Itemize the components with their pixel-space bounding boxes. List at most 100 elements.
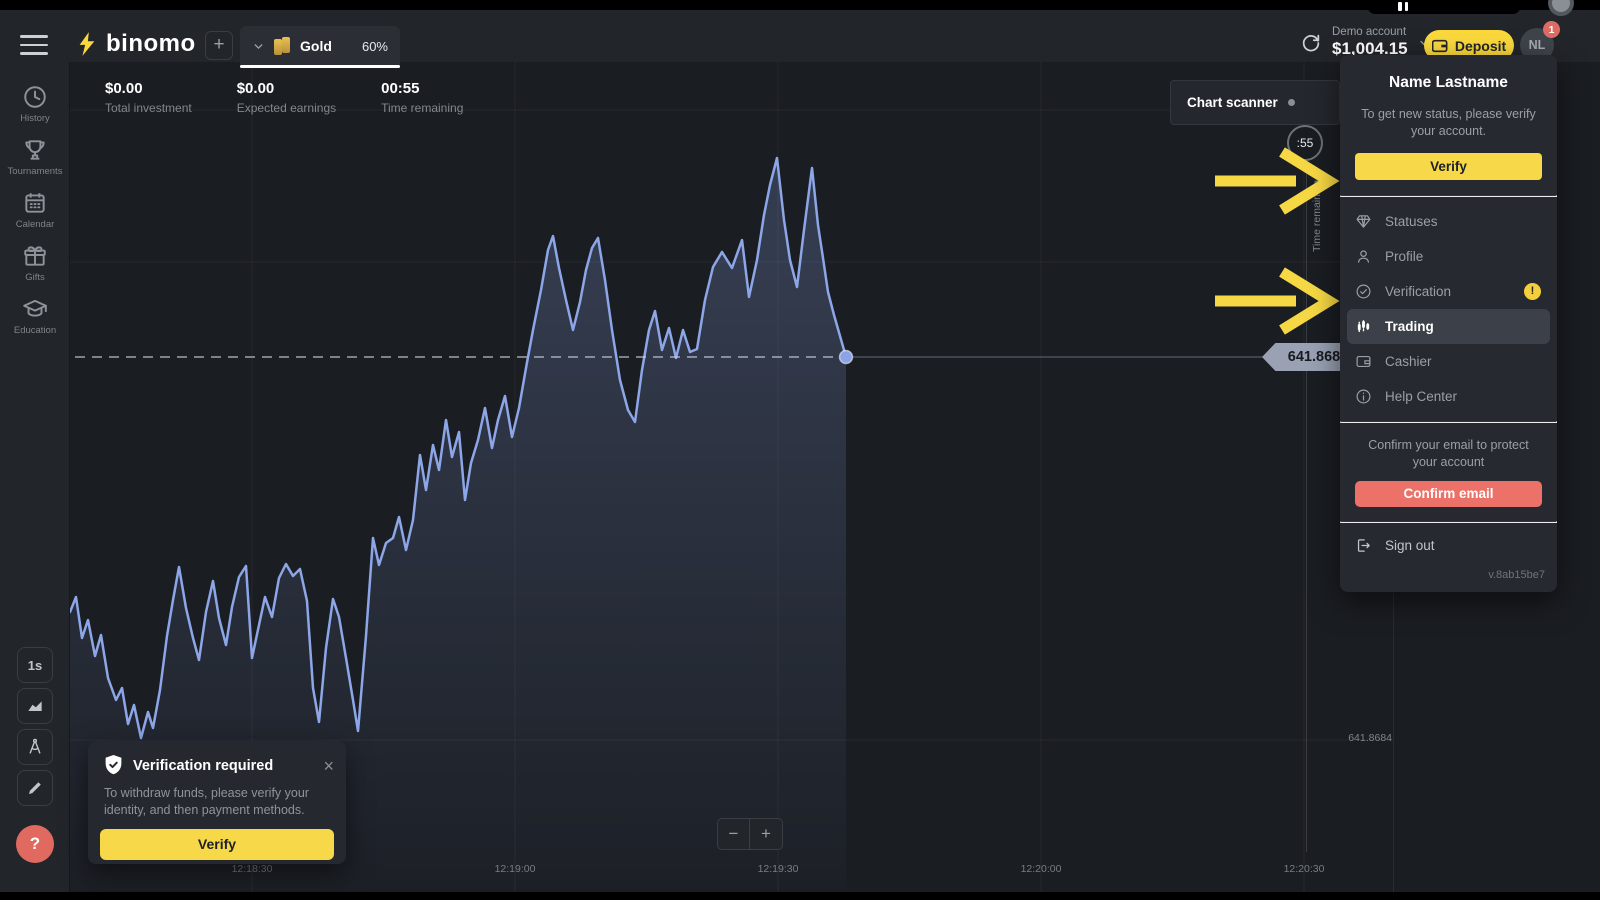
verification-alert-badge: ! <box>1524 283 1541 300</box>
check-circle-icon <box>1355 283 1372 300</box>
stat-total-investment: $0.00 Total investment <box>105 80 192 115</box>
sidebar-item-gifts[interactable]: Gifts <box>0 237 70 289</box>
menu-item-trading[interactable]: Trading <box>1347 309 1550 344</box>
verify-account-button[interactable]: Verify <box>1355 153 1542 180</box>
lightning-icon <box>76 31 98 57</box>
chart-scanner-button[interactable]: Chart scanner <box>1170 80 1340 125</box>
menu-item-label: Cashier <box>1385 354 1432 369</box>
account-menu-list: Statuses Profile Verification ! Trading … <box>1340 197 1557 421</box>
zoom-in-button[interactable]: + <box>750 818 783 850</box>
sidebar-item-calendar[interactable]: Calendar <box>0 184 70 236</box>
left-sidebar: History Tournaments Calendar Gifts Educa… <box>0 62 70 900</box>
sign-out-icon <box>1355 537 1372 554</box>
verification-popup: Verification required × To withdraw fund… <box>88 741 346 864</box>
chevron-down-icon <box>252 40 265 53</box>
status-hint: To get new status, please verify your ac… <box>1358 106 1539 140</box>
asset-tab-gold[interactable]: Gold 60% <box>240 26 400 66</box>
x-axis-tick: 12:20:00 <box>1021 863 1062 875</box>
stat-expected-earnings: $0.00 Expected earnings <box>237 80 336 115</box>
drawing-tools-button[interactable] <box>17 770 53 806</box>
screen-recording-bar <box>0 0 1600 10</box>
stat-value: $0.00 <box>105 80 192 97</box>
bottom-black-strip <box>0 892 1600 900</box>
time-remaining-axis-label: Time remaining <box>1311 160 1323 252</box>
app-version: v.8ab15be7 <box>1340 569 1557 589</box>
chart-type-button[interactable] <box>17 688 53 724</box>
gift-icon <box>22 243 48 269</box>
menu-item-label: Help Center <box>1385 389 1457 404</box>
menu-icon[interactable] <box>20 35 48 55</box>
refresh-icon[interactable] <box>1300 32 1322 54</box>
trade-stats: $0.00 Total investment $0.00 Expected ea… <box>105 80 463 115</box>
asset-payout: 60% <box>362 39 388 54</box>
compass-icon <box>25 737 45 757</box>
stat-time-remaining: 00:55 Time remaining <box>381 80 463 115</box>
add-asset-tab-button[interactable]: + <box>205 31 233 60</box>
deposit-label: Deposit <box>1455 38 1506 54</box>
menu-item-statuses[interactable]: Statuses <box>1340 204 1557 239</box>
menu-item-profile[interactable]: Profile <box>1340 239 1557 274</box>
sidebar-item-label: History <box>20 113 50 124</box>
sidebar-item-label: Calendar <box>16 219 55 230</box>
sidebar-item-education[interactable]: Education <box>0 290 70 342</box>
menu-item-label: Trading <box>1385 319 1434 334</box>
stat-value: $0.00 <box>237 80 336 97</box>
area-chart-icon <box>25 696 45 716</box>
pause-icon[interactable] <box>1398 2 1412 11</box>
expiry-time-line <box>1306 160 1307 852</box>
x-axis-tick: 12:20:30 <box>1284 863 1325 875</box>
wallet-icon <box>1355 353 1372 370</box>
scanner-status-dot <box>1288 99 1295 106</box>
sidebar-item-label: Gifts <box>25 272 45 283</box>
logo-text: binomo <box>106 30 196 58</box>
x-axis-tick: 12:19:30 <box>758 863 799 875</box>
popup-body: To withdraw funds, please verify your id… <box>104 785 330 819</box>
timeframe-button[interactable]: 1s <box>17 647 53 683</box>
popup-title: Verification required <box>133 758 314 774</box>
popup-verify-button[interactable]: Verify <box>100 829 334 860</box>
x-axis-tick: 12:19:00 <box>495 863 536 875</box>
sidebar-item-label: Education <box>14 325 56 336</box>
help-button[interactable]: ? <box>16 825 54 863</box>
menu-item-label: Verification <box>1385 284 1451 299</box>
sign-out-button[interactable]: Sign out <box>1340 523 1557 569</box>
wallet-icon <box>1432 39 1448 53</box>
trophy-icon <box>22 137 48 163</box>
gold-bars-icon <box>274 37 291 55</box>
asset-name: Gold <box>300 38 353 54</box>
confirm-email-button[interactable]: Confirm email <box>1355 481 1542 507</box>
clock-icon <box>22 84 48 110</box>
confirm-email-block: Confirm your email to protect your accou… <box>1340 423 1557 521</box>
notification-badge: 1 <box>1543 21 1560 38</box>
confirm-email-text: Confirm your email to protect your accou… <box>1357 437 1540 471</box>
stat-value: 00:55 <box>381 80 463 97</box>
recording-pill <box>1368 0 1520 14</box>
zoom-out-button[interactable]: − <box>717 818 750 850</box>
account-type-label: Demo account <box>1332 26 1408 38</box>
y-axis-price-label: 641.8684 <box>1296 732 1392 744</box>
menu-item-label: Profile <box>1385 249 1423 264</box>
close-icon[interactable]: × <box>323 757 334 775</box>
account-name: Name Lastname <box>1340 74 1557 92</box>
account-menu-panel: Name Lastname To get new status, please … <box>1340 55 1557 592</box>
menu-item-cashier[interactable]: Cashier <box>1340 344 1557 379</box>
gem-icon <box>1355 213 1372 230</box>
info-icon <box>1355 388 1372 405</box>
menu-item-help-center[interactable]: Help Center <box>1340 379 1557 414</box>
stat-label: Time remaining <box>381 101 463 115</box>
calendar-icon <box>22 190 48 216</box>
indicators-button[interactable] <box>17 729 53 765</box>
chart-zoom-controls: − + <box>717 818 783 850</box>
x-axis-tick: 12:18:30 <box>232 863 273 875</box>
sidebar-item-history[interactable]: History <box>0 78 70 130</box>
menu-item-label: Statuses <box>1385 214 1438 229</box>
sign-out-label: Sign out <box>1385 538 1435 553</box>
sidebar-item-tournaments[interactable]: Tournaments <box>0 131 70 183</box>
menu-item-verification[interactable]: Verification ! <box>1340 274 1557 309</box>
stat-label: Total investment <box>105 101 192 115</box>
sidebar-item-label: Tournaments <box>8 166 63 177</box>
chart-scanner-label: Chart scanner <box>1187 95 1278 110</box>
candlestick-icon <box>1355 318 1372 335</box>
round-timer: :55 <box>1287 125 1323 161</box>
person-icon <box>1355 248 1372 265</box>
